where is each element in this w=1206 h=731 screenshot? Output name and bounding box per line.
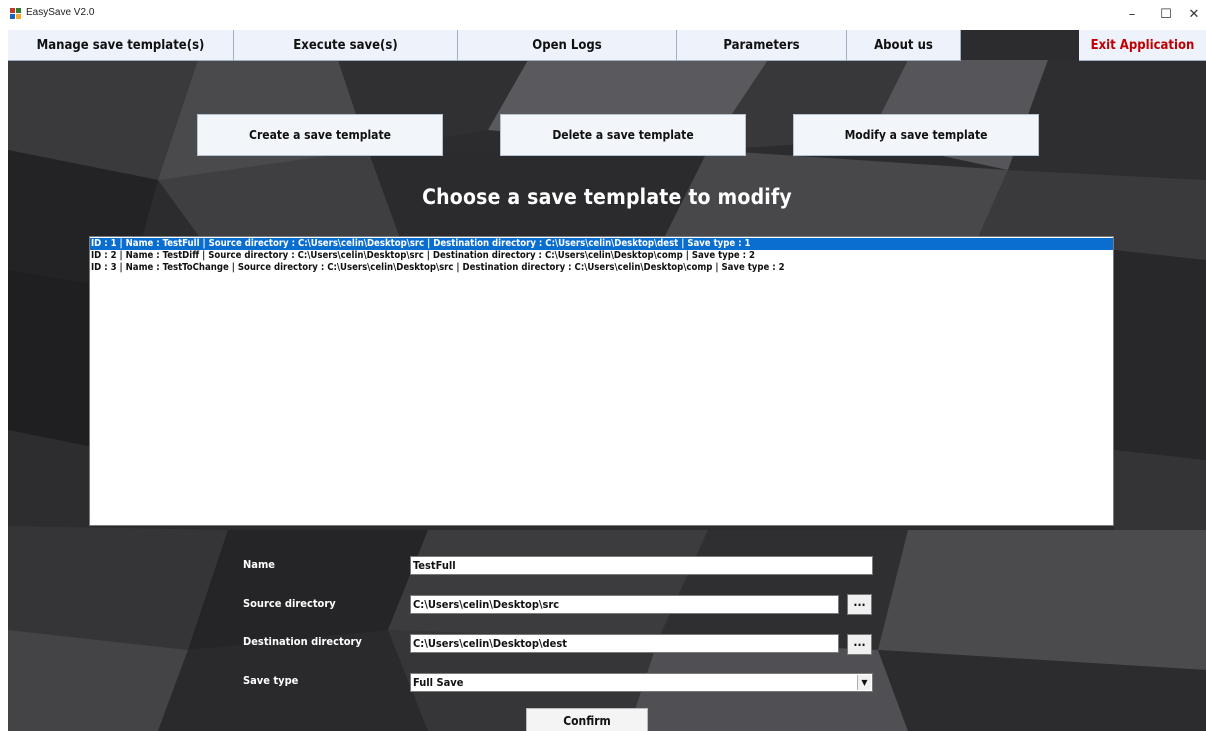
confirm-button[interactable]: Confirm: [526, 708, 648, 731]
chevron-down-icon[interactable]: ▼: [857, 675, 871, 690]
minimize-button[interactable]: –: [1120, 4, 1144, 26]
delete-template-button[interactable]: Delete a save template: [500, 114, 746, 156]
app-icon: [10, 8, 21, 19]
menu-open-logs[interactable]: Open Logs: [458, 30, 677, 61]
create-template-button[interactable]: Create a save template: [197, 114, 443, 156]
save-type-select[interactable]: Full Save ▼: [410, 673, 873, 692]
menu-execute-saves[interactable]: Execute save(s): [234, 30, 458, 61]
destination-directory-input[interactable]: C:\Users\celin\Desktop\dest: [410, 634, 839, 653]
source-directory-label: Source directory: [243, 597, 336, 610]
list-item[interactable]: ID : 2 | Name : TestDiff | Source direct…: [90, 250, 1113, 262]
save-type-value: Full Save: [413, 676, 464, 689]
title-bar: EasySave V2.0 – ☐ ✕: [0, 0, 1206, 30]
save-type-label: Save type: [243, 674, 299, 687]
menu-parameters[interactable]: Parameters: [677, 30, 847, 61]
list-item[interactable]: ID : 3 | Name : TestToChange | Source di…: [90, 262, 1113, 274]
modify-template-button[interactable]: Modify a save template: [793, 114, 1039, 156]
name-label: Name: [243, 558, 275, 571]
menu-bar: Manage save template(s) Execute save(s) …: [8, 30, 1206, 61]
menu-about-us[interactable]: About us: [847, 30, 961, 61]
name-input[interactable]: TestFull: [410, 556, 873, 575]
source-browse-button[interactable]: ...: [847, 594, 872, 615]
main-window: Manage save template(s) Execute save(s) …: [8, 30, 1206, 731]
template-listbox[interactable]: ID : 1 | Name : TestFull | Source direct…: [89, 236, 1114, 526]
page-heading: Choose a save template to modify: [422, 185, 792, 209]
list-item[interactable]: ID : 1 | Name : TestFull | Source direct…: [90, 238, 1113, 250]
window-title: EasySave V2.0: [26, 7, 95, 18]
close-button[interactable]: ✕: [1182, 4, 1206, 26]
destination-browse-button[interactable]: ...: [847, 634, 872, 655]
menu-exit-application[interactable]: Exit Application: [1079, 30, 1206, 61]
destination-directory-label: Destination directory: [243, 635, 362, 648]
menu-manage-templates[interactable]: Manage save template(s): [8, 30, 234, 61]
maximize-button[interactable]: ☐: [1154, 4, 1178, 26]
source-directory-input[interactable]: C:\Users\celin\Desktop\src: [410, 595, 839, 614]
